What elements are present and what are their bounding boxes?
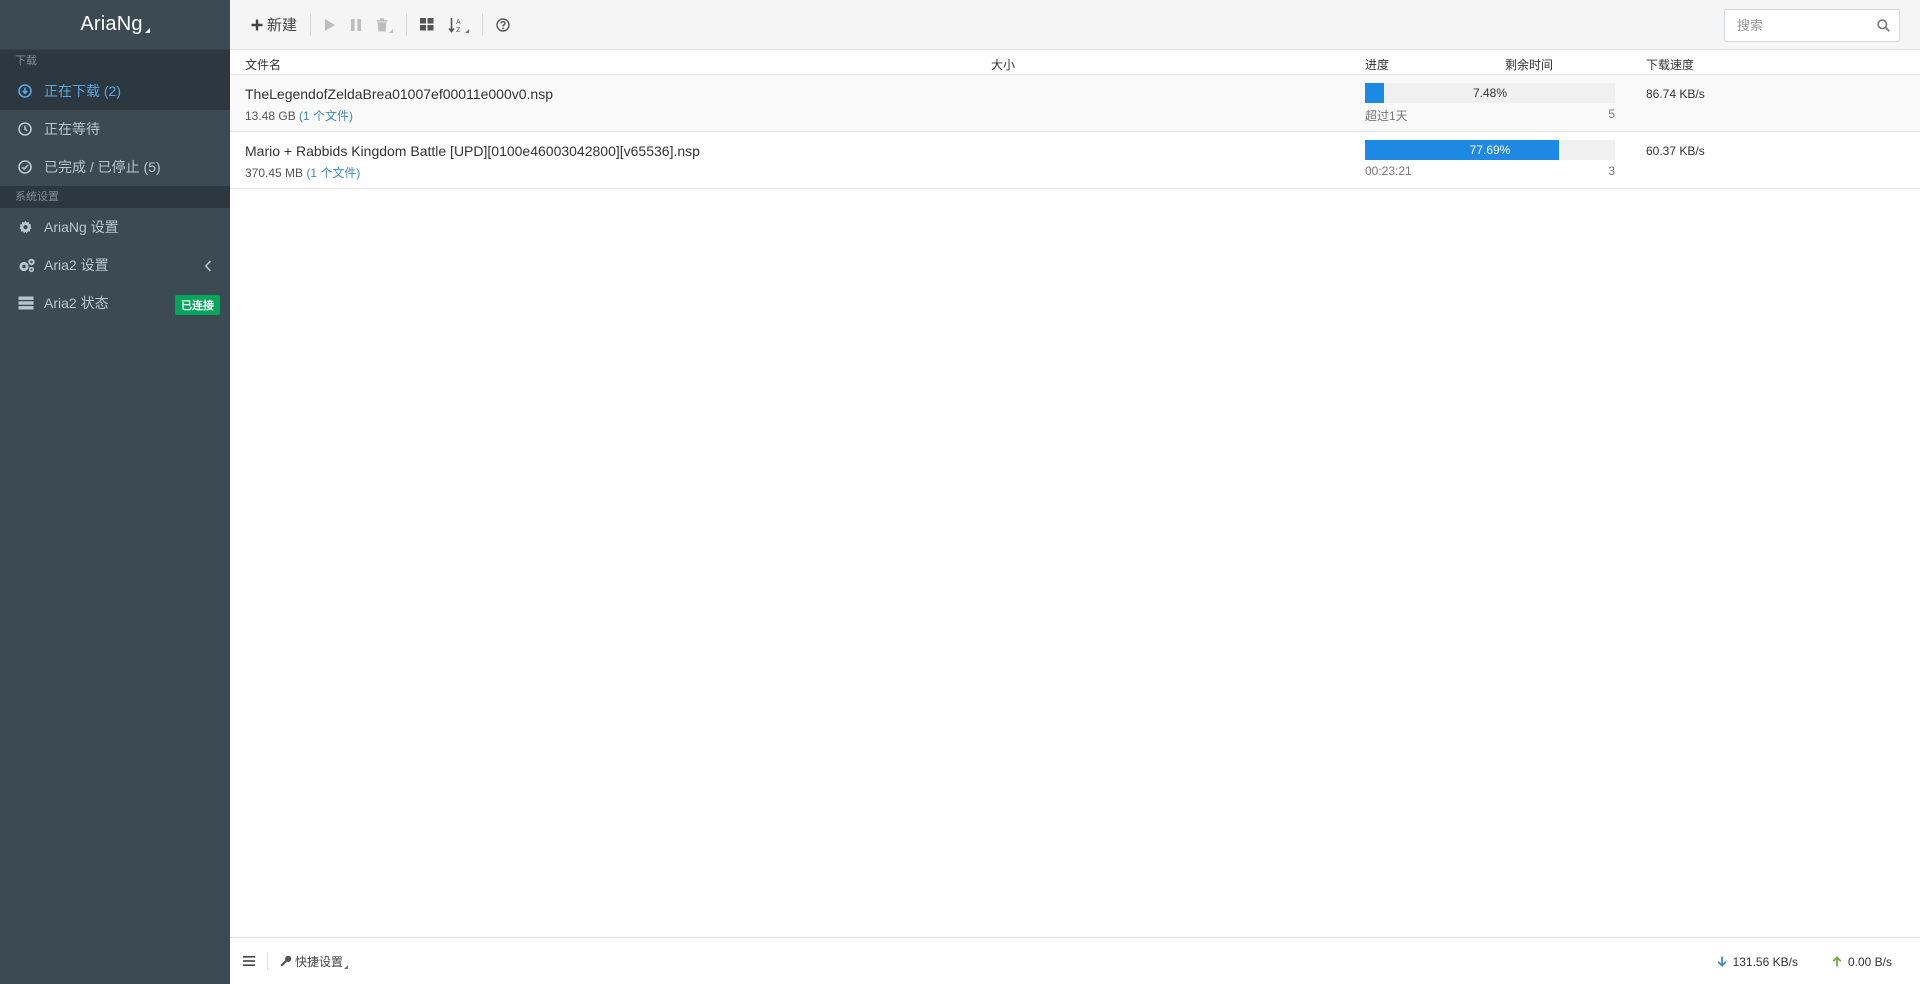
- toolbar-divider: [406, 13, 408, 36]
- quick-settings-button[interactable]: 快捷设置: [280, 953, 349, 970]
- search-icon[interactable]: [1877, 19, 1890, 35]
- help-button[interactable]: [489, 10, 517, 40]
- global-speeds: 131.56 KB/s 0.00 B/s: [1683, 938, 1892, 984]
- task-row[interactable]: TheLegendofZeldaBrea01007ef00011e000v0.n…: [230, 75, 1920, 132]
- search-box: [1724, 9, 1900, 42]
- logo-caret-icon: [144, 28, 150, 33]
- global-download-speed: 131.56 KB/s: [1717, 955, 1798, 969]
- dropdown-caret-icon: [465, 28, 470, 33]
- sidebar-item-aria2-status[interactable]: Aria2 状态 已连接: [0, 284, 230, 322]
- sidebar-item-label: 正在等待: [44, 121, 100, 137]
- sidebar-item-downloading[interactable]: 正在下载 (2): [0, 72, 230, 110]
- global-upload-speed-value: 0.00 B/s: [1847, 954, 1892, 969]
- wrench-icon: [280, 955, 292, 967]
- column-header-progress[interactable]: 进度: [1365, 56, 1389, 73]
- column-header-speed[interactable]: 下载速度: [1646, 56, 1694, 73]
- sidebar-item-label: 已完成 / 已停止 (5): [44, 159, 161, 175]
- app-logo[interactable]: AriaNg: [80, 13, 142, 36]
- main-content: 新建 A Z 搜索 文件名 大小 进度 剩余时间 下载速度 TheLegendo…: [230, 0, 1920, 984]
- sort-button[interactable]: A Z: [441, 10, 476, 40]
- arrow-down-icon: [1717, 956, 1727, 967]
- logo-bar[interactable]: AriaNg: [0, 0, 230, 50]
- new-task-button[interactable]: 新建: [244, 10, 304, 40]
- chevron-left-icon[interactable]: [204, 259, 212, 272]
- server-icon: [18, 296, 44, 310]
- sidebar-item-stopped[interactable]: 已完成 / 已停止 (5): [0, 148, 230, 186]
- remaining-time: 超过1天: [1365, 109, 1408, 123]
- progress-label: 7.48%: [1472, 86, 1508, 100]
- sidebar-item-aria2-settings[interactable]: Aria2 设置: [0, 246, 230, 284]
- global-download-speed-value: 131.56 KB/s: [1732, 954, 1798, 969]
- task-row[interactable]: Mario + Rabbids Kingdom Battle [UPD][010…: [230, 132, 1920, 189]
- menu-toggle-button[interactable]: [243, 956, 255, 966]
- sidebar-item-label: Aria2 设置: [44, 257, 109, 273]
- new-task-label: 新建: [267, 17, 298, 34]
- connections-count: 3: [1608, 164, 1615, 178]
- svg-text:A: A: [456, 19, 461, 26]
- check-circle-icon: [18, 160, 44, 174]
- sidebar-item-label: Aria2 状态: [44, 295, 109, 311]
- global-upload-speed: 0.00 B/s: [1832, 955, 1892, 969]
- footer-divider: [267, 952, 268, 970]
- quick-settings-label: 快捷设置: [295, 954, 344, 969]
- toolbar-divider: [310, 13, 312, 36]
- download-circle-icon: [18, 84, 44, 98]
- progress-bar: 7.48%: [1365, 83, 1615, 103]
- plus-icon: [251, 19, 263, 30]
- sort-alpha-icon: A Z: [448, 17, 461, 33]
- dropdown-caret-icon: [389, 28, 394, 33]
- column-header-name[interactable]: 文件名: [245, 56, 281, 73]
- svg-text:Z: Z: [456, 27, 461, 33]
- delete-button[interactable]: [369, 10, 400, 40]
- task-name[interactable]: TheLegendofZeldaBrea01007ef00011e000v0.n…: [245, 86, 553, 102]
- play-icon: [325, 18, 336, 31]
- dropdown-caret-icon: [344, 965, 349, 969]
- progress-label: 77.69%: [1469, 143, 1511, 157]
- search-input[interactable]: [1725, 10, 1865, 41]
- status-badge: 已连接: [175, 295, 220, 315]
- task-files-link[interactable]: (1 个文件): [299, 109, 353, 123]
- footer: 快捷设置 131.56 KB/s 0.00 B/s: [230, 937, 1920, 984]
- task-size-line: 13.48 GB (1 个文件): [245, 107, 353, 124]
- arrow-up-icon: [1832, 956, 1842, 967]
- task-size-line: 370.45 MB (1 个文件): [245, 164, 360, 181]
- task-files-link[interactable]: (1 个文件): [306, 166, 360, 180]
- task-table-header: 文件名 大小 进度 剩余时间 下载速度: [230, 50, 1920, 75]
- task-size: 370.45 MB: [245, 166, 304, 180]
- toolbar-divider: [482, 13, 484, 36]
- display-order-button[interactable]: [413, 10, 441, 40]
- grid-icon: [420, 18, 434, 31]
- pause-icon: [351, 18, 362, 31]
- column-header-remaining[interactable]: 剩余时间: [1505, 56, 1553, 73]
- column-header-size[interactable]: 大小: [991, 56, 1015, 73]
- clock-icon: [18, 122, 44, 136]
- hamburger-icon: [243, 956, 255, 966]
- section-header-download: 下载: [0, 50, 230, 72]
- task-size: 13.48 GB: [245, 109, 296, 123]
- download-speed: 86.74 KB/s: [1646, 87, 1705, 101]
- toolbar: 新建 A Z 搜索: [230, 0, 1920, 50]
- sidebar-item-label: AriaNg 设置: [44, 219, 119, 235]
- question-circle-icon: [496, 17, 510, 32]
- pause-button[interactable]: [343, 10, 369, 40]
- sidebar: AriaNg 下载 正在下载 (2) 正在等待 已完成 / 已停止 (5) 系统…: [0, 0, 230, 984]
- connections-count: 5: [1608, 107, 1615, 121]
- section-header-settings: 系统设置: [0, 186, 230, 208]
- trash-icon: [376, 17, 388, 31]
- download-speed: 60.37 KB/s: [1646, 144, 1705, 158]
- gears-icon: [18, 258, 44, 273]
- remaining-time: 00:23:21: [1365, 164, 1412, 178]
- sidebar-item-waiting[interactable]: 正在等待: [0, 110, 230, 148]
- sidebar-item-label: 正在下载 (2): [44, 83, 121, 99]
- gear-icon: [18, 220, 44, 235]
- start-button[interactable]: [317, 10, 343, 40]
- sidebar-item-ariang-settings[interactable]: AriaNg 设置: [0, 208, 230, 246]
- progress-bar: 77.69%: [1365, 140, 1615, 160]
- task-name[interactable]: Mario + Rabbids Kingdom Battle [UPD][010…: [245, 143, 700, 159]
